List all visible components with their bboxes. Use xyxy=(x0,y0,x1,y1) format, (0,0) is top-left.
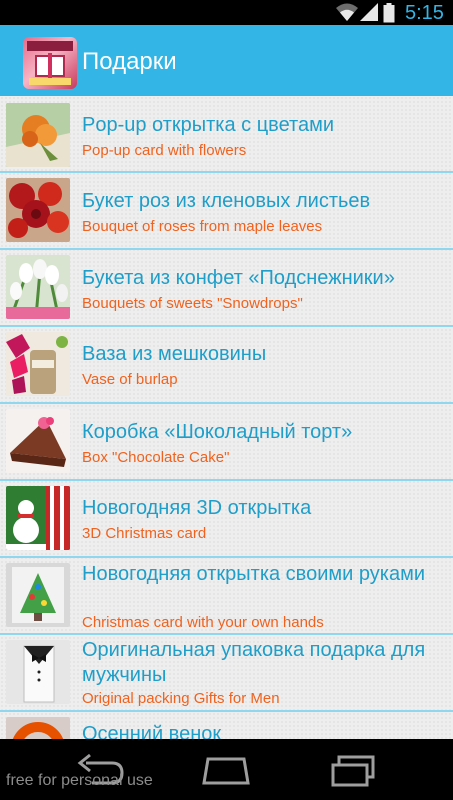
item-subtitle: Bouquet of roses from maple leaves xyxy=(82,218,323,235)
item-title: Коробка «Шоколадный торт» xyxy=(82,421,353,443)
list-item[interactable]: Букет роз из кленовых листьев Bouquet of… xyxy=(0,173,453,250)
item-title: Pop-up открытка с цветами xyxy=(82,114,335,136)
list-item[interactable]: Оригинальная упаковка подарка для мужчин… xyxy=(0,635,453,712)
item-title: Новогодняя открытка своими руками xyxy=(82,563,425,585)
tuxedo-gift-box-thumbnail xyxy=(6,640,70,704)
list-item[interactable]: Коробка «Шоколадный торт» Box "Chocolate… xyxy=(0,404,453,481)
autumn-wreath-thumbnail xyxy=(6,717,70,739)
list-item[interactable]: Новогодняя 3D открытка 3D Christmas card xyxy=(0,481,453,558)
home-icon[interactable] xyxy=(198,753,254,787)
status-bar: 5:15 xyxy=(0,0,453,25)
item-subtitle: Pop-up card with flowers xyxy=(82,142,247,159)
snowdrop-sweets-thumbnail xyxy=(6,255,70,319)
recent-apps-icon[interactable] xyxy=(325,753,381,787)
item-subtitle: Vase of burlap xyxy=(82,371,178,388)
cake-box-thumbnail xyxy=(6,409,70,473)
item-subtitle: 3D Christmas card xyxy=(82,525,207,542)
list-item[interactable]: Букета из конфет «Подснежники» Bouquets … xyxy=(0,250,453,327)
list-item[interactable]: Новогодняя открытка своими руками Christ… xyxy=(0,558,453,635)
status-clock: 5:15 xyxy=(405,2,444,24)
burlap-vase-thumbnail xyxy=(6,332,70,396)
page-title: Подарки xyxy=(82,48,177,75)
paper-flower-card-thumbnail xyxy=(6,103,70,167)
item-title: Новогодняя 3D открытка xyxy=(82,497,312,519)
item-subtitle: Box "Chocolate Cake" xyxy=(82,449,230,466)
snowman-card-thumbnail xyxy=(6,486,70,550)
wifi-icon xyxy=(336,3,358,21)
list-item[interactable]: Pop-up открытка с цветами Pop-up card wi… xyxy=(0,96,453,173)
item-title: Осенний венок xyxy=(82,723,222,739)
item-subtitle: Christmas card with your own hands xyxy=(82,614,324,631)
item-title: Букета из конфет «Подснежники» xyxy=(82,267,395,289)
item-subtitle: Original packing Gifts for Men xyxy=(82,690,280,707)
christmas-tree-card-thumbnail xyxy=(6,563,70,627)
maple-rose-bouquet-thumbnail xyxy=(6,178,70,242)
gift-list[interactable]: Pop-up открытка с цветами Pop-up card wi… xyxy=(0,96,453,739)
list-item[interactable]: Осенний венок xyxy=(0,712,453,739)
watermark-text: free for personal use xyxy=(6,772,153,789)
signal-icon xyxy=(360,3,378,21)
list-item[interactable]: Ваза из мешковины Vase of burlap xyxy=(0,327,453,404)
item-subtitle: Bouquets of sweets "Snowdrops" xyxy=(82,295,303,312)
item-title: Ваза из мешковины xyxy=(82,343,267,365)
gift-box-icon[interactable] xyxy=(23,37,77,89)
battery-icon xyxy=(383,3,395,23)
item-title: Букет роз из кленовых листьев xyxy=(82,190,371,212)
item-title: Оригинальная упаковка подарка для мужчин… xyxy=(82,639,426,686)
action-bar: Подарки xyxy=(0,25,453,96)
